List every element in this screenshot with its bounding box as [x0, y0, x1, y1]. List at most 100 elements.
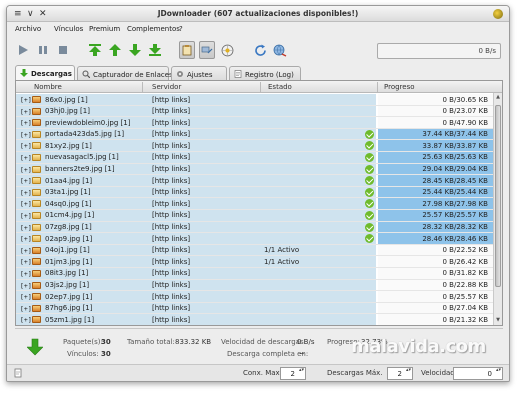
- column-nombre[interactable]: Nombre: [34, 83, 62, 91]
- move-up-button[interactable]: [107, 41, 123, 59]
- table-row[interactable]: [+] 04oj1.jpg [1] [http links] 1/1 Activ…: [16, 244, 494, 257]
- expand-toggle[interactable]: [+]: [20, 235, 32, 243]
- tab-registro[interactable]: Registro (Log): [229, 66, 301, 80]
- table-row[interactable]: [+] 86x0.jpg [1] [http links] 0 B/30.65 …: [16, 94, 494, 106]
- expand-toggle[interactable]: [+]: [20, 258, 32, 266]
- menu-premium[interactable]: Premium: [89, 25, 120, 33]
- pause-button[interactable]: [35, 41, 51, 59]
- host-name: [http links]: [152, 165, 191, 174]
- toolbar: 0 B/s: [7, 37, 509, 65]
- progress-text: 28.45 KB/28.45 KB: [422, 176, 488, 185]
- stop-button[interactable]: [55, 41, 71, 59]
- expand-toggle[interactable]: [+]: [20, 119, 32, 127]
- table-row[interactable]: [+] 05zm1.jpg [1] [http links] 0 B/21.32…: [16, 314, 494, 325]
- table-row[interactable]: [+] 02ep7.jpg [1] [http links] 0 B/25.57…: [16, 291, 494, 303]
- reconnect-toggle-button[interactable]: [199, 41, 215, 59]
- file-name: 02ep7.jpg [1]: [45, 292, 93, 301]
- move-bottom-button[interactable]: [147, 41, 163, 59]
- expand-toggle[interactable]: [+]: [20, 224, 32, 232]
- scroll-down-icon[interactable]: ▼: [495, 317, 501, 324]
- expand-toggle[interactable]: [+]: [20, 131, 32, 139]
- table-row[interactable]: [+] 08it3.jpg [1] [http links] 0 B/31.82…: [16, 267, 494, 280]
- progress-text: 0 B/31.82 KB: [442, 269, 489, 278]
- table-row[interactable]: [+] 87hg6.jpg [1] [http links] 0 B/27.04…: [16, 302, 494, 315]
- max-downloads-label: Descargas Máx.: [327, 369, 383, 377]
- speed-display: 0 B/s: [377, 43, 501, 59]
- host-name: [http links]: [152, 304, 191, 313]
- table-row[interactable]: [+] 01aa4.jpg [1] [http links] 28.45 KB/…: [16, 175, 494, 187]
- expand-toggle[interactable]: [+]: [20, 282, 32, 290]
- play-button[interactable]: [15, 41, 31, 59]
- tab-descargas-label: Descargas: [31, 70, 72, 78]
- host-name: [http links]: [152, 315, 191, 324]
- table-row[interactable]: [+] 01jm3.jpg [1] [http links] 1/1 Activ…: [16, 256, 494, 268]
- expand-toggle[interactable]: [+]: [20, 316, 32, 324]
- reconnect-button[interactable]: [272, 41, 288, 59]
- table-row[interactable]: [+] 03js2.jpg [1] [http links] 0 B/22.88…: [16, 279, 494, 292]
- menu-archivo[interactable]: Archivo: [15, 25, 41, 33]
- table-row[interactable]: [+] portada423da5.jpg [1] [http links] 3…: [16, 128, 494, 141]
- expand-toggle[interactable]: [+]: [20, 247, 32, 255]
- expand-toggle[interactable]: [+]: [20, 200, 32, 208]
- expand-toggle[interactable]: [+]: [20, 293, 32, 301]
- table-row[interactable]: [+] 03ta1.jpg [1] [http links] 25.44 KB/…: [16, 186, 494, 199]
- table-row[interactable]: [+] 04sq0.jpg [1] [http links] 27.98 KB/…: [16, 198, 494, 210]
- column-progreso[interactable]: Progreso: [384, 83, 415, 91]
- expand-toggle[interactable]: [+]: [20, 166, 32, 174]
- premium-toggle-button[interactable]: [219, 41, 235, 59]
- status-text: 1/1 Activo: [264, 257, 300, 266]
- table-row[interactable]: [+] 81xy2.jpg [1] [http links] 33.87 KB/…: [16, 140, 494, 152]
- menu-bar: Archivo Vínculos Premium Complementos ?: [7, 23, 509, 36]
- watermark-logo: malavida.com: [351, 336, 486, 357]
- vertical-scrollbar[interactable]: ▲ ▼: [493, 93, 502, 325]
- expand-toggle[interactable]: [+]: [20, 96, 32, 104]
- file-name: 01jm3.jpg [1]: [45, 257, 93, 266]
- table-row[interactable]: [+] 02ap9.jpg [1] [http links] 28.46 KB/…: [16, 233, 494, 245]
- expand-toggle[interactable]: [+]: [20, 142, 32, 150]
- menu-vinculos[interactable]: Vínculos: [54, 25, 83, 33]
- speed-limit-spinner[interactable]: 0: [453, 367, 503, 380]
- max-downloads-spinner[interactable]: 2: [387, 367, 413, 380]
- expand-toggle[interactable]: [+]: [20, 108, 32, 116]
- move-down-button[interactable]: [127, 41, 143, 59]
- table-row[interactable]: [+] 03hj0.jpg [1] [http links] 0 B/23.07…: [16, 105, 494, 118]
- menu-help[interactable]: ?: [179, 25, 183, 33]
- expand-toggle[interactable]: [+]: [20, 177, 32, 185]
- max-connections-spinner[interactable]: 2: [280, 367, 306, 380]
- tab-descargas[interactable]: Descargas: [15, 65, 75, 80]
- host-name: [http links]: [152, 211, 191, 220]
- refresh-button[interactable]: [252, 41, 268, 59]
- tab-capturador[interactable]: Capturador de Enlaces: [77, 66, 173, 80]
- package-icon: [32, 258, 41, 266]
- table-row[interactable]: [+] previewdobleim0.jpg [1] [http links]…: [16, 117, 494, 129]
- expand-toggle[interactable]: [+]: [20, 305, 32, 313]
- tab-ajustes[interactable]: Ajustes: [171, 66, 227, 80]
- progress-text: 27.98 KB/27.98 KB: [422, 199, 488, 208]
- file-name: 04sq0.jpg [1]: [45, 199, 92, 208]
- expand-toggle[interactable]: [+]: [20, 270, 32, 278]
- scroll-thumb[interactable]: [495, 105, 501, 287]
- expand-toggle[interactable]: [+]: [20, 212, 32, 220]
- table-row[interactable]: [+] banners2te9.jpg [1] [http links] 29.…: [16, 163, 494, 176]
- clipboard-toggle-button[interactable]: [179, 41, 195, 59]
- table-row[interactable]: [+] nuevasagacl5.jpg [1] [http links] 25…: [16, 151, 494, 164]
- tab-registro-label: Registro (Log): [245, 71, 294, 79]
- tab-capturador-label: Capturador de Enlaces: [93, 71, 173, 79]
- expand-toggle[interactable]: [+]: [20, 189, 32, 197]
- table-body: [+] 86x0.jpg [1] [http links] 0 B/30.65 …: [16, 94, 494, 325]
- clipboard-status-icon[interactable]: [13, 368, 23, 378]
- expand-toggle[interactable]: [+]: [20, 154, 32, 162]
- file-name: previewdobleim0.jpg [1]: [45, 118, 131, 127]
- column-estado[interactable]: Estado: [268, 83, 292, 91]
- menu-complementos[interactable]: Complementos: [127, 25, 180, 33]
- column-servidor[interactable]: Servidor: [152, 83, 181, 91]
- host-name: [http links]: [152, 223, 191, 232]
- link-grabber-icon: [82, 70, 90, 78]
- progress-text: 0 B/21.32 KB: [442, 315, 489, 324]
- package-icon: [32, 246, 41, 254]
- table-row[interactable]: [+] 01cm4.jpg [1] [http links] 25.57 KB/…: [16, 209, 494, 222]
- scroll-up-icon[interactable]: ▲: [495, 94, 501, 101]
- check-icon: [365, 129, 374, 139]
- table-row[interactable]: [+] 07zg8.jpg [1] [http links] 28.32 KB/…: [16, 221, 494, 234]
- move-top-button[interactable]: [87, 41, 103, 59]
